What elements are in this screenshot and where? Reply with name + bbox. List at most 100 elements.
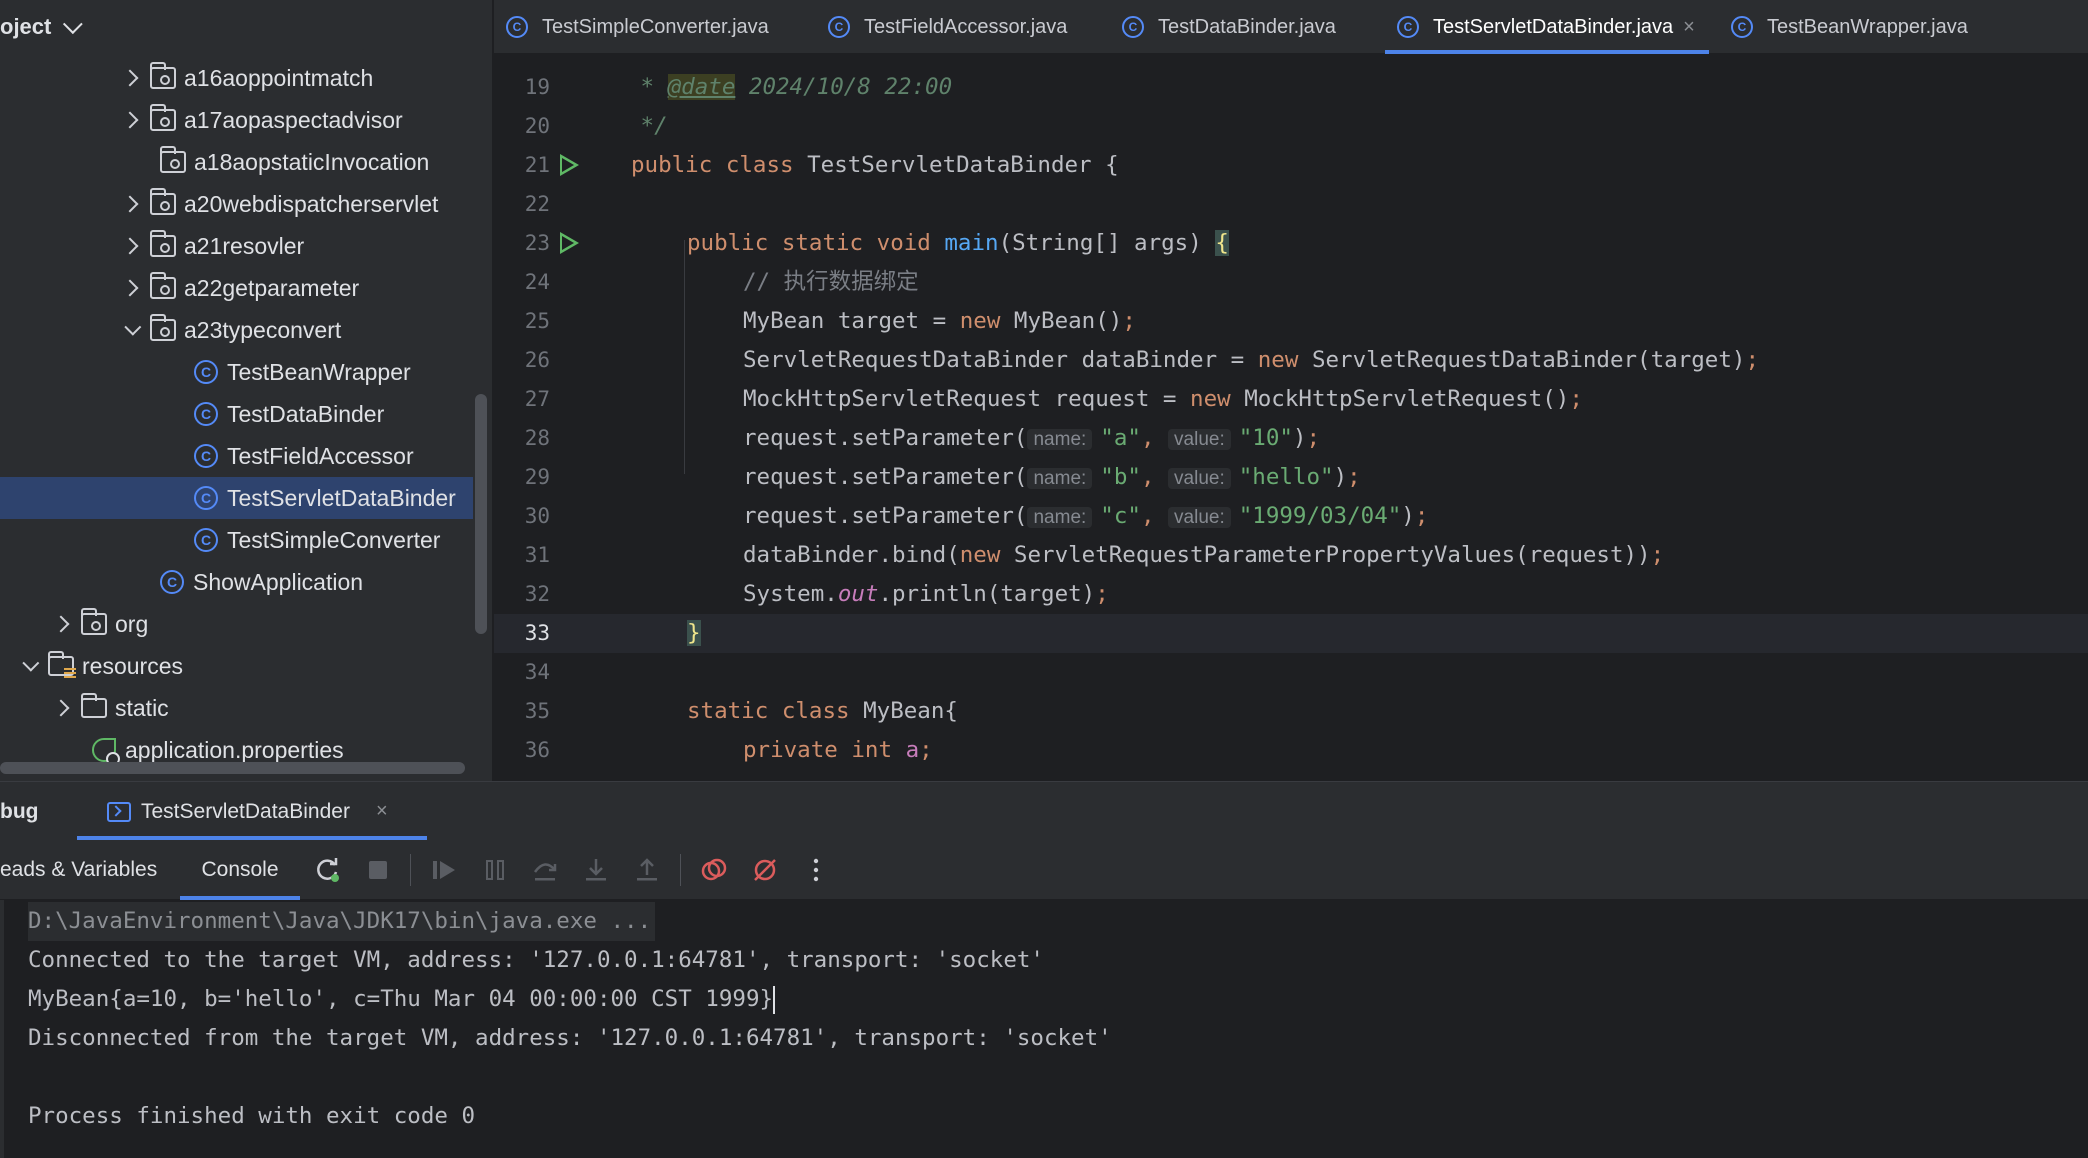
java-class-icon: C: [194, 528, 218, 552]
stop-icon[interactable]: [364, 856, 392, 884]
tree-item-org[interactable]: org: [52, 603, 148, 645]
console-gutter: [0, 900, 4, 1158]
console-line-command[interactable]: D:\JavaEnvironment\Java\JDK17\bin\java.e…: [28, 902, 656, 941]
line-number: 23: [524, 231, 550, 255]
keyword: static class: [687, 698, 864, 724]
step-into-icon[interactable]: [582, 856, 610, 884]
step-over-icon[interactable]: [531, 856, 559, 884]
spring-boot-class-icon: C: [160, 570, 184, 594]
code-line[interactable]: 27 MockHttpServletRequest request = new …: [494, 380, 2088, 419]
code-line[interactable]: 28 request.setParameter(name: "a", value:…: [494, 419, 2088, 458]
code-line[interactable]: 36 private int a;: [494, 731, 2088, 770]
tree-item-testdatabinder[interactable]: C TestDataBinder: [194, 393, 384, 435]
tree-item-showapplication[interactable]: C ShowApplication: [160, 561, 363, 603]
tab-testservletdatabinder[interactable]: C TestServletDataBinder.java ×: [1385, 0, 1709, 54]
chevron-right-icon[interactable]: [121, 111, 139, 129]
project-vertical-scrollbar[interactable]: [475, 394, 487, 634]
code-line[interactable]: 25 MyBean target = new MyBean();: [494, 302, 2088, 341]
run-icon[interactable]: [560, 232, 579, 254]
line-number: 36: [524, 738, 550, 762]
package-icon: [150, 62, 176, 89]
keyword: new: [959, 308, 1001, 334]
semicolon: ;: [1650, 542, 1665, 568]
parameter-hint: value:: [1168, 468, 1231, 489]
close-icon[interactable]: ×: [1683, 16, 1695, 39]
tree-item-testsimpleconverter[interactable]: C TestSimpleConverter: [194, 519, 440, 561]
tree-item-resources[interactable]: resources: [22, 645, 183, 687]
tab-testdatabinder[interactable]: C TestDataBinder.java: [1122, 0, 1336, 54]
string-literal: "10": [1238, 425, 1293, 451]
code-line-current[interactable]: 33 }: [494, 614, 2088, 653]
tree-item-a23typeconvert[interactable]: a23typeconvert: [124, 309, 341, 351]
code-text: (String[] args): [998, 230, 1216, 256]
close-icon[interactable]: ×: [376, 800, 388, 823]
line-number: 19: [524, 75, 550, 99]
tree-item-a21resovler[interactable]: a21resovler: [121, 225, 304, 267]
debug-session-tab[interactable]: TestServletDataBinder ×: [77, 782, 427, 841]
code-line[interactable]: 35 static class MyBean{: [494, 692, 2088, 731]
parameter-hint: value:: [1168, 507, 1231, 528]
tree-item-a17aopaspectadvisor[interactable]: a17aopaspectadvisor: [121, 99, 403, 141]
tree-item-testfieldaccessor[interactable]: C TestFieldAccessor: [194, 435, 414, 477]
chevron-down-icon[interactable]: [22, 654, 40, 672]
tree-item-a16aoppointmatch[interactable]: a16aoppointmatch: [121, 57, 373, 99]
semicolon: ;: [1095, 581, 1109, 607]
code-line[interactable]: 34: [494, 653, 2088, 692]
project-horizontal-scrollbar[interactable]: [0, 762, 465, 774]
tab-console[interactable]: Console: [180, 840, 300, 900]
chevron-right-icon[interactable]: [121, 279, 139, 297]
tab-threads-variables[interactable]: eads & Variables: [0, 840, 157, 900]
tree-item-label: ShowApplication: [193, 568, 364, 595]
line-number: 35: [524, 699, 550, 723]
chevron-right-icon[interactable]: [52, 699, 70, 717]
chevron-down-icon[interactable]: [63, 13, 84, 34]
code-text: ): [1292, 425, 1307, 451]
chevron-right-icon[interactable]: [121, 237, 139, 255]
tree-item-label: TestSimpleConverter: [227, 526, 441, 553]
tree-item-static[interactable]: static: [52, 687, 169, 729]
more-icon[interactable]: [802, 856, 830, 884]
code-line[interactable]: 22: [494, 185, 2088, 224]
code-line[interactable]: 31 dataBinder.bind(new ServletRequestPar…: [494, 536, 2088, 575]
tree-item-a20webdispatcherservlet[interactable]: a20webdispatcherservlet: [121, 183, 439, 225]
tab-testsimpleconverter[interactable]: C TestSimpleConverter.java: [506, 0, 769, 54]
tab-testfieldaccessor[interactable]: C TestFieldAccessor.java: [828, 0, 1067, 54]
tree-item-a22getparameter[interactable]: a22getparameter: [121, 267, 359, 309]
code-line[interactable]: 21 public class TestServletDataBinder {: [494, 146, 2088, 185]
view-breakpoints-icon[interactable]: [700, 856, 728, 884]
tab-testbeanwrapper[interactable]: C TestBeanWrapper.java: [1731, 0, 1968, 54]
code-editor[interactable]: 19 * @date 2024/10/8 22:00 20 */ 21 publ…: [494, 54, 2088, 781]
code-text: MyBean target =: [743, 308, 960, 334]
step-out-icon[interactable]: [633, 856, 661, 884]
spring-properties-icon: [92, 738, 120, 766]
code-text: ServletRequestParameterPropertyValues(re…: [1000, 542, 1651, 568]
line-number: 24: [524, 270, 550, 294]
mute-breakpoints-icon[interactable]: [751, 856, 779, 884]
java-class-icon: C: [194, 402, 218, 426]
line-number: 27: [524, 387, 550, 411]
tree-item-testbeanwrapper[interactable]: C TestBeanWrapper: [194, 351, 411, 393]
rerun-icon[interactable]: [313, 856, 341, 884]
resume-icon[interactable]: [430, 856, 458, 884]
code-line[interactable]: 24 // 执行数据绑定: [494, 263, 2088, 302]
chevron-right-icon[interactable]: [52, 615, 70, 633]
tree-item-a18aopstaticinvocation[interactable]: a18aopstaticInvocation: [160, 141, 429, 183]
tree-item-testservletdatabinder[interactable]: C TestServletDataBinder: [0, 477, 473, 519]
java-class-icon: C: [1122, 16, 1144, 38]
code-line[interactable]: 32 System.out.println(target);: [494, 575, 2088, 614]
code-line[interactable]: 29 request.setParameter(name: "b", value:…: [494, 458, 2088, 497]
chevron-down-icon[interactable]: [124, 318, 142, 336]
project-panel-header[interactable]: oject: [0, 0, 492, 53]
console-output[interactable]: D:\JavaEnvironment\Java\JDK17\bin\java.e…: [0, 900, 2088, 1158]
code-line[interactable]: 30 request.setParameter(name: "c", value:…: [494, 497, 2088, 536]
chevron-right-icon[interactable]: [121, 195, 139, 213]
code-line[interactable]: 23 public static void main(String[] args…: [494, 224, 2088, 263]
text-cursor: [773, 985, 776, 1014]
chevron-right-icon[interactable]: [121, 69, 139, 87]
tree-item-label: a20webdispatcherservlet: [184, 190, 439, 217]
code-line[interactable]: 20 */: [494, 107, 2088, 146]
code-line[interactable]: 19 * @date 2024/10/8 22:00: [494, 68, 2088, 107]
pause-icon[interactable]: [481, 856, 509, 884]
run-icon[interactable]: [560, 154, 579, 176]
code-line[interactable]: 26 ServletRequestDataBinder dataBinder =…: [494, 341, 2088, 380]
